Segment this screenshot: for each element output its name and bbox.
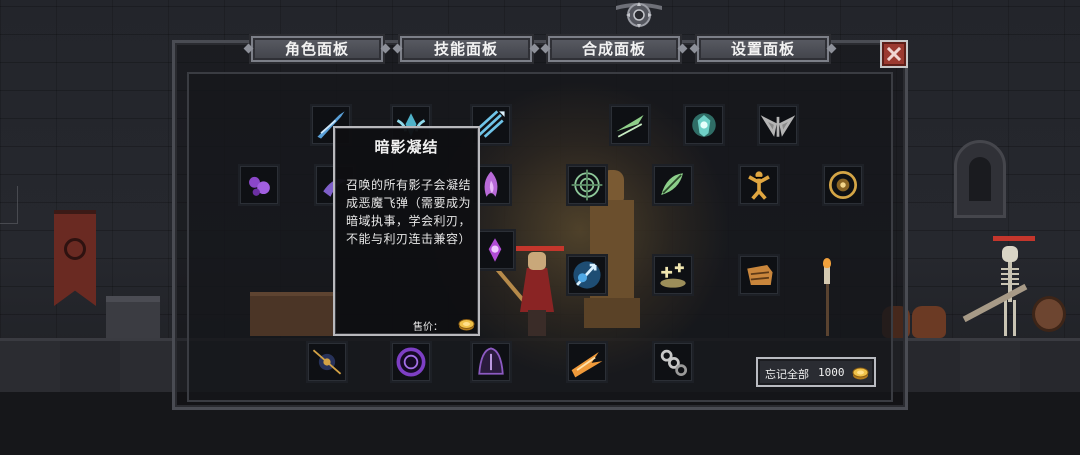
dark-wings-skill-icon[interactable] [757, 104, 799, 146]
close-button[interactable] [880, 40, 908, 68]
forget-all-cost: 1000 [818, 366, 845, 379]
wall-shrine [954, 140, 1006, 218]
candle-stand [826, 284, 829, 336]
skill-tooltip-title: 暗影凝结 [374, 138, 439, 156]
golden-aura-skill-icon[interactable] [822, 164, 864, 206]
bone-chain-skill-icon[interactable] [652, 341, 694, 383]
tab-settings-panel[interactable]: 设置面板 [695, 34, 831, 64]
holy-plus-skill-icon[interactable] [652, 254, 694, 296]
twin-leaf-skill-icon[interactable] [652, 164, 694, 206]
fire-slash-skill-icon[interactable] [566, 341, 608, 383]
player-health-bar [516, 246, 564, 251]
enemy-shield [1032, 296, 1066, 332]
shadow-summon-skill-icon[interactable] [474, 229, 516, 271]
player-character [491, 252, 560, 336]
close-icon [887, 47, 901, 61]
tab-character-panel[interactable]: 角色面板 [249, 34, 385, 64]
berserk-strength-skill-icon[interactable] [738, 164, 780, 206]
enemy-health-bar [993, 236, 1035, 241]
wooden-shelf [250, 292, 340, 336]
clay-pot [912, 306, 946, 338]
gold-coin-icon [852, 365, 869, 380]
stone-altar [106, 296, 160, 338]
target-sigil-skill-icon[interactable] [566, 164, 608, 206]
tab-skill-panel[interactable]: 技能面板 [398, 34, 534, 64]
shade-cloak-skill-icon[interactable] [470, 341, 512, 383]
top-gear-ornament-icon [616, 0, 662, 30]
forget-all-label: 忘记全部 [765, 368, 809, 381]
banner-emblem [64, 238, 86, 260]
spirit-arrow-skill-icon[interactable] [566, 254, 608, 296]
skill-tooltip: 暗影凝结 召唤的所有影子会凝结成恶魔飞弹（需要成为暗域执事，学会利刃，不能与利刃… [333, 126, 480, 336]
forget-all-button[interactable]: 忘记全部 1000 [756, 357, 876, 387]
spirit-shield-skill-icon[interactable] [683, 104, 725, 146]
candle [824, 266, 830, 284]
dark-portal-skill-icon[interactable] [390, 341, 432, 383]
cobweb [0, 186, 18, 224]
gold-coin-icon [458, 316, 475, 331]
skill-tooltip-price-label: 售价： [413, 322, 443, 333]
skill-tooltip-description: 召唤的所有影子会凝结成恶魔飞弹（需要成为暗域执事，学会利刃，不能与利刃连击兼容） [345, 178, 471, 246]
chain-orb-skill-icon[interactable] [306, 341, 348, 383]
tab-crafting-panel[interactable]: 合成面板 [546, 34, 682, 64]
candle-flame [823, 258, 831, 268]
wind-blades-skill-icon[interactable] [609, 104, 651, 146]
iron-fist-skill-icon[interactable] [738, 254, 780, 296]
shadow-orb-skill-icon[interactable] [238, 164, 280, 206]
